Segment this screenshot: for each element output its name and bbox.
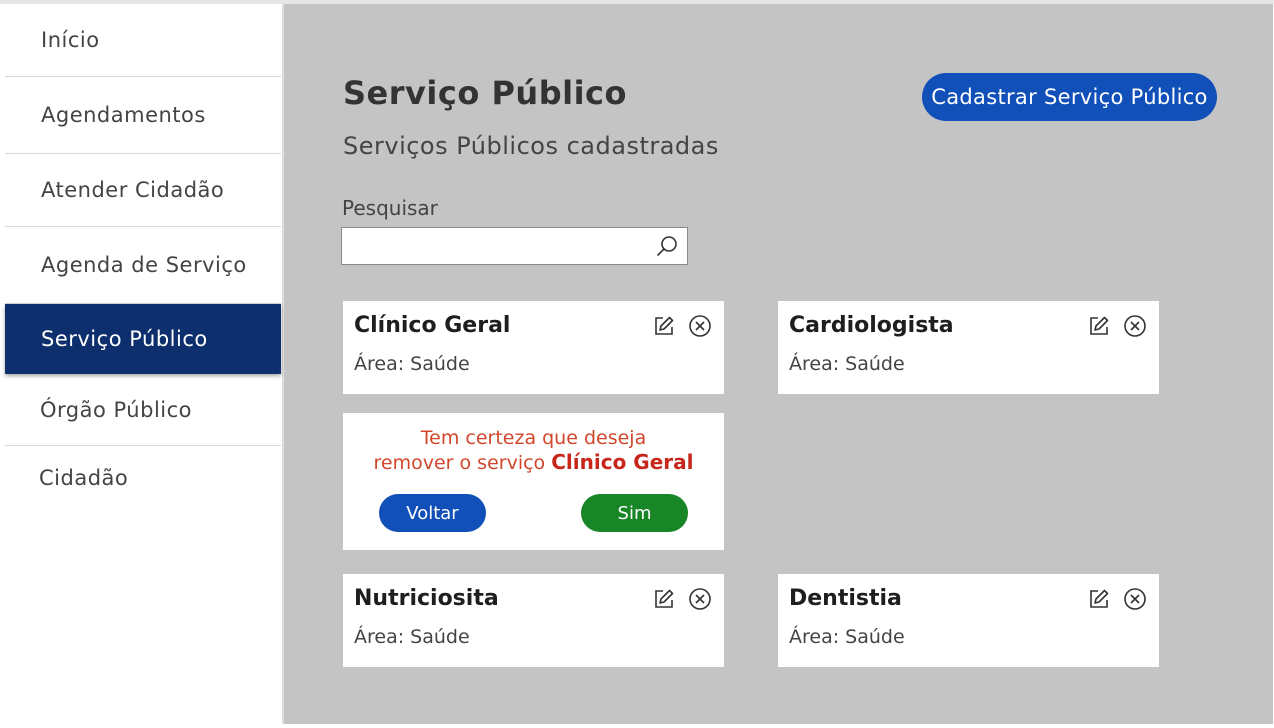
confirmation-line-1: Tem certeza que deseja <box>420 427 647 449</box>
edit-icon[interactable] <box>1087 314 1111 338</box>
edit-icon[interactable] <box>652 587 676 611</box>
remove-icon[interactable] <box>1123 587 1147 611</box>
sidebar: Início Agendamentos Atender Cidadão Agen… <box>0 4 282 724</box>
remove-icon[interactable] <box>1123 314 1147 338</box>
search-input[interactable] <box>342 228 658 262</box>
service-card: Nutriciosita Área: Saúde <box>343 574 724 667</box>
service-card-title: Dentistia <box>789 586 902 611</box>
main-content: Serviço Público Serviços Públicos cadast… <box>284 4 1273 724</box>
remove-icon[interactable] <box>688 587 712 611</box>
service-card: Cardiologista Área: Saúde <box>778 301 1159 394</box>
service-card: Clínico Geral Área: Saúde <box>343 301 724 394</box>
back-button[interactable]: Voltar <box>379 494 486 532</box>
service-card-area: Área: Saúde <box>354 353 470 375</box>
search-icon[interactable] <box>655 234 679 258</box>
remove-icon[interactable] <box>688 314 712 338</box>
search-field <box>341 227 688 265</box>
confirm-yes-button[interactable]: Sim <box>581 494 688 532</box>
sidebar-item-servico-publico[interactable]: Serviço Público <box>5 304 281 374</box>
service-card-area: Área: Saúde <box>789 353 905 375</box>
service-card-title: Nutriciosita <box>354 586 499 611</box>
confirmation-service-name: Clínico Geral <box>551 450 694 474</box>
remove-confirmation: Tem certeza que deseja remover o serviço… <box>343 413 724 550</box>
page-subtitle: Serviços Públicos cadastradas <box>343 132 719 160</box>
service-card-area: Área: Saúde <box>789 626 905 648</box>
edit-icon[interactable] <box>652 314 676 338</box>
page-title: Serviço Público <box>343 74 627 112</box>
sidebar-item-orgao-publico[interactable]: Órgão Público <box>5 374 281 446</box>
service-card-area: Área: Saúde <box>354 626 470 648</box>
service-card-title: Cardiologista <box>789 313 954 338</box>
sidebar-item-agenda-de-servico[interactable]: Agenda de Serviço <box>5 227 281 304</box>
confirmation-message: Tem certeza que deseja remover o serviço… <box>343 426 724 475</box>
sidebar-item-cidadao[interactable]: Cidadão <box>5 446 281 510</box>
create-service-button[interactable]: Cadastrar Serviço Público <box>922 73 1217 121</box>
edit-icon[interactable] <box>1087 587 1111 611</box>
search-label: Pesquisar <box>342 196 438 220</box>
sidebar-item-inicio[interactable]: Início <box>5 4 281 77</box>
service-card-title: Clínico Geral <box>354 313 511 338</box>
sidebar-item-agendamentos[interactable]: Agendamentos <box>5 77 281 154</box>
service-card: Dentistia Área: Saúde <box>778 574 1159 667</box>
sidebar-item-atender-cidadao[interactable]: Atender Cidadão <box>5 154 281 227</box>
confirmation-line-2: remover o serviço <box>373 452 546 474</box>
